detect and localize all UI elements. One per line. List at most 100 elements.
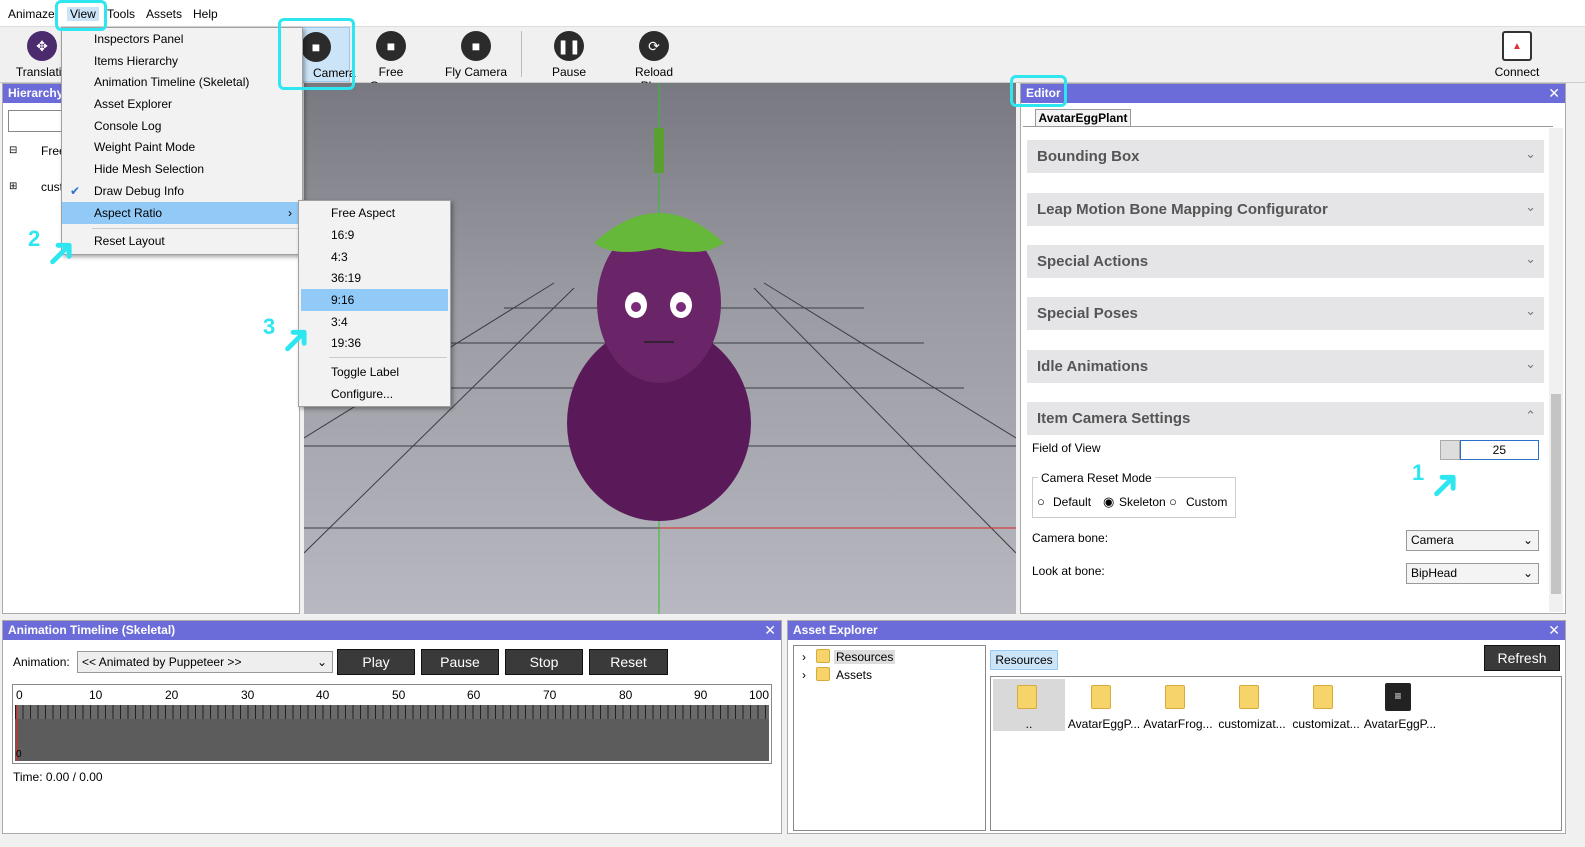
camera-bone-select[interactable]: Camera ⌄ [1406, 530, 1539, 551]
close-icon[interactable]: ✕ [1548, 621, 1560, 640]
animation-select[interactable]: << Animated by Puppeteer >> ⌄ [77, 651, 333, 673]
menu-item-aspect-ratio[interactable]: Aspect Ratio › [62, 202, 302, 224]
aspect-3-4[interactable]: 3:4 [299, 311, 450, 333]
asset-item[interactable]: customizat... [1215, 679, 1287, 731]
tree-item-resources[interactable]: Resources [834, 650, 896, 664]
free-camera-icon: ■ [376, 31, 406, 61]
radio-custom[interactable]: ○ [1169, 494, 1177, 509]
fly-camera-label: Fly Camera [444, 65, 507, 79]
menu-animaze[interactable]: Animaze [8, 7, 55, 21]
fov-input[interactable]: 25 [1460, 440, 1539, 460]
section-idle-animations[interactable]: Idle Animations ⌄ [1027, 350, 1544, 383]
chevron-up-icon: ⌃ [1525, 408, 1536, 423]
tick-label: 100 [749, 688, 770, 702]
menu-item-weight-paint-mode[interactable]: Weight Paint Mode [62, 136, 302, 158]
menu-item-reset-layout[interactable]: Reset Layout [62, 230, 302, 252]
menu-assets[interactable]: Assets [146, 7, 182, 21]
fov-spinner[interactable] [1440, 440, 1460, 460]
section-special-actions[interactable]: Special Actions ⌄ [1027, 245, 1544, 278]
timeline-track[interactable]: 0 10 20 30 40 50 60 70 80 90 100 0 [12, 684, 772, 764]
connect-tool[interactable]: ▲ Connect [1492, 31, 1542, 79]
reset-button[interactable]: Reset [589, 649, 668, 675]
section-special-poses[interactable]: Special Poses ⌄ [1027, 297, 1544, 330]
radio-default[interactable]: ○ [1037, 494, 1045, 509]
menu-bar: Animaze View Tools Assets Help [0, 0, 1585, 27]
menu-item-console-log[interactable]: Console Log [62, 115, 302, 137]
section-bounding-box[interactable]: Bounding Box ⌄ [1027, 140, 1544, 173]
menu-item-animation-timeline[interactable]: Animation Timeline (Skeletal) [62, 71, 302, 93]
folder-icon [816, 649, 830, 663]
asset-item[interactable]: AvatarEggP... [1067, 679, 1140, 731]
tick-label: 90 [694, 688, 708, 702]
pause-button[interactable]: Pause [421, 649, 499, 675]
menu-item-draw-debug-info[interactable]: ✔ Draw Debug Info [62, 180, 302, 202]
close-icon[interactable]: ✕ [764, 621, 776, 640]
chevron-down-icon: ⌄ [316, 655, 327, 669]
tick-label: 20 [165, 688, 179, 702]
tree-item-cust[interactable]: cust [41, 180, 63, 194]
folder-icon [1165, 685, 1185, 709]
chevron-down-icon: ⌄ [1522, 533, 1533, 547]
chevron-right-icon[interactable]: › [802, 650, 806, 664]
aspect-4-3[interactable]: 4:3 [299, 246, 450, 268]
asset-explorer-panel: Asset Explorer ✕ › Resources › Assets Re… [787, 620, 1566, 834]
toolbar-divider [521, 31, 522, 77]
aspect-toggle-label[interactable]: Toggle Label [299, 361, 450, 383]
folder-icon [1017, 685, 1037, 709]
chevron-right-icon[interactable]: › [802, 668, 806, 682]
radio-skeleton[interactable]: ◉ [1103, 494, 1114, 510]
tick-label: 50 [392, 688, 406, 702]
row-zero-label: 0 [16, 749, 22, 760]
tree-item-assets[interactable]: Assets [836, 668, 872, 682]
highlight-editor-header [1010, 75, 1067, 107]
breadcrumb[interactable]: Resources [990, 650, 1058, 670]
timeline-header: Animation Timeline (Skeletal) ✕ [3, 621, 781, 640]
look-bone-select[interactable]: BipHead ⌄ [1406, 563, 1539, 584]
close-icon[interactable]: ✕ [1548, 84, 1560, 103]
menu-separator [92, 228, 300, 229]
editor-scrollbar[interactable] [1549, 128, 1563, 612]
asset-explorer-header: Asset Explorer ✕ [788, 621, 1565, 640]
tick-label: 30 [241, 688, 255, 702]
chevron-down-icon: ⌄ [1525, 199, 1536, 214]
play-button[interactable]: Play [337, 649, 415, 675]
scrollbar-thumb[interactable] [1551, 394, 1561, 594]
aspect-16-9[interactable]: 16:9 [299, 224, 450, 246]
view-menu: Inspectors Panel Items Hierarchy Animati… [61, 27, 303, 255]
section-item-camera-settings[interactable]: Item Camera Settings ⌃ [1027, 402, 1544, 435]
asset-item[interactable]: AvatarFrog... [1141, 679, 1213, 731]
pause-tool[interactable]: ❚❚ Pause [549, 31, 589, 79]
asset-item[interactable]: customizat... [1289, 679, 1361, 731]
radio-default-label: Default [1053, 495, 1092, 509]
aspect-36-19[interactable]: 36:19 [299, 267, 450, 289]
highlight-view-menu [55, 0, 107, 31]
chevron-down-icon: ⌄ [1525, 146, 1536, 161]
radio-skeleton-label: Skeleton [1119, 495, 1166, 509]
fly-camera-tool[interactable]: ■ Fly Camera [444, 31, 508, 79]
menu-separator [329, 357, 447, 358]
menu-item-hide-mesh-selection[interactable]: Hide Mesh Selection [62, 158, 302, 180]
menu-tools[interactable]: Tools [107, 7, 135, 21]
menu-item-inspectors-panel[interactable]: Inspectors Panel [62, 28, 302, 50]
menu-help[interactable]: Help [193, 7, 218, 21]
aspect-configure[interactable]: Configure... [299, 383, 450, 405]
stop-button[interactable]: Stop [505, 649, 583, 675]
aspect-9-16[interactable]: 9:16 [301, 289, 448, 311]
asset-name: AvatarFrog... [1143, 717, 1213, 731]
expand-icon[interactable]: ⊞ [9, 181, 17, 192]
expand-icon[interactable]: ⊟ [9, 145, 17, 156]
aspect-free[interactable]: Free Aspect [299, 202, 450, 224]
asset-item[interactable]: ≡ AvatarEggP... [1363, 679, 1436, 731]
menu-item-items-hierarchy[interactable]: Items Hierarchy [62, 50, 302, 72]
chevron-down-icon: ⌄ [1522, 566, 1533, 580]
tab-divider [1023, 126, 1553, 127]
tick-label: 40 [316, 688, 330, 702]
camera-reset-mode-label: Camera Reset Mode [1038, 471, 1155, 485]
menu-item-asset-explorer[interactable]: Asset Explorer [62, 93, 302, 115]
tab-avatar-eggplant[interactable]: AvatarEggPlant [1035, 109, 1131, 127]
asset-name: .. [1025, 717, 1033, 731]
asset-item-parent[interactable]: .. [993, 679, 1065, 731]
section-leap-motion[interactable]: Leap Motion Bone Mapping Configurator ⌄ [1027, 193, 1544, 226]
asset-grid: .. AvatarEggP... AvatarFrog... customiza… [990, 676, 1562, 831]
refresh-button[interactable]: Refresh [1484, 645, 1560, 671]
